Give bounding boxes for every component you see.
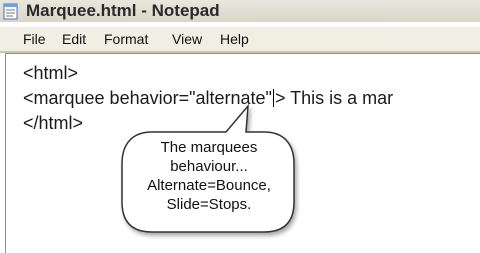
callout-line-1: The marquees [160,139,258,156]
notepad-icon [3,3,18,20]
callout-line-2: behaviour... [170,158,248,175]
callout-line-3: Alternate=Bounce, [147,177,271,194]
menu-help[interactable]: Help [220,27,249,51]
menu-bar: File Edit Format View Help [0,27,480,52]
menu-file[interactable]: File [23,27,46,51]
window-title: Marquee.html - Notepad [26,1,220,20]
code-line-1: <html> [23,63,79,83]
callout-line-4: Slide=Stops. [166,196,252,213]
menu-view[interactable]: View [172,27,202,51]
menu-edit[interactable]: Edit [62,27,86,51]
title-bar[interactable]: Marquee.html - Notepad [0,0,480,22]
callout-text: The marquees behaviour... Alternate=Boun… [118,138,300,214]
menu-format[interactable]: Format [104,27,148,51]
code-line-3: </html> [23,113,84,133]
